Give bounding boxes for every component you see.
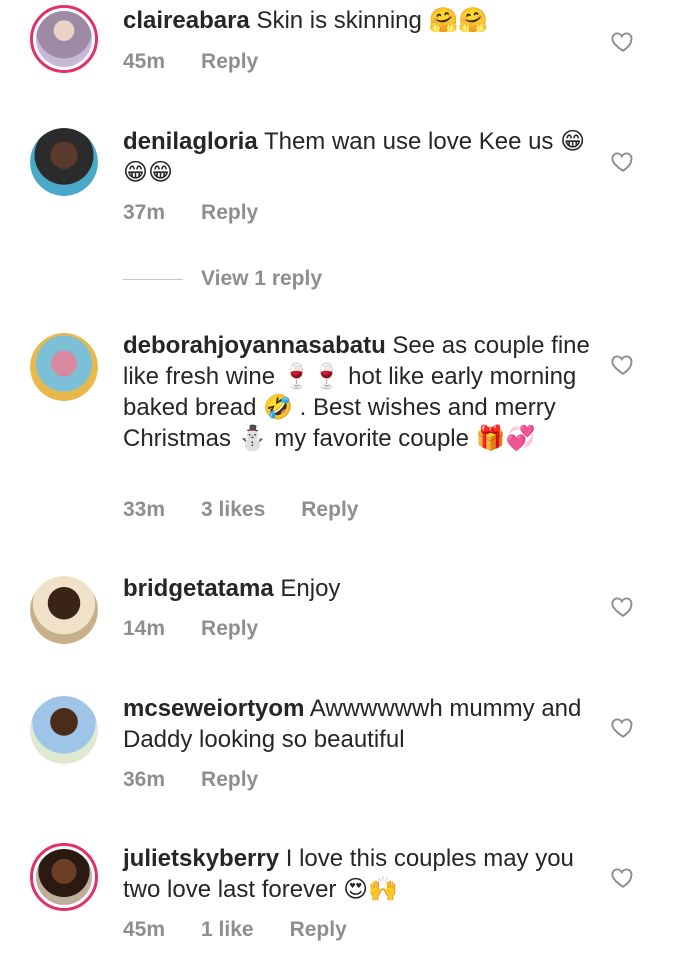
- heart-outline-icon[interactable]: [610, 351, 636, 377]
- view-replies-button[interactable]: View 1 reply: [123, 264, 322, 294]
- comment-username[interactable]: julietskyberry: [123, 845, 279, 872]
- reply-button[interactable]: Reply: [201, 201, 258, 224]
- avatar[interactable]: [30, 576, 98, 644]
- likes-count[interactable]: 3 likes: [201, 498, 265, 521]
- comment-username[interactable]: denilagloria: [123, 128, 258, 155]
- avatar[interactable]: [30, 5, 98, 73]
- comment-time: 45m: [123, 50, 166, 73]
- comment-username[interactable]: mcseweiortyom: [123, 695, 304, 722]
- avatar[interactable]: [30, 333, 98, 401]
- heart-outline-icon[interactable]: [610, 148, 636, 174]
- comment-username[interactable]: deborahjoyannasabatu: [123, 332, 386, 359]
- heart-outline-icon[interactable]: [610, 714, 636, 740]
- comment-time: 45m: [123, 918, 166, 941]
- likes-count[interactable]: 1 like: [201, 918, 254, 941]
- heart-outline-icon[interactable]: [610, 593, 636, 619]
- comment-time: 37m: [123, 201, 166, 224]
- comment-username[interactable]: bridgetatama: [123, 575, 274, 602]
- reply-button[interactable]: Reply: [290, 918, 347, 941]
- avatar[interactable]: [30, 696, 98, 764]
- reply-button[interactable]: Reply: [201, 50, 258, 73]
- comment-text: Enjoy: [280, 575, 341, 602]
- reply-button[interactable]: Reply: [201, 617, 258, 640]
- comment-time: 14m: [123, 617, 166, 640]
- comment-username[interactable]: claireabara: [123, 7, 250, 34]
- heart-outline-icon[interactable]: [610, 864, 636, 890]
- reply-divider: [123, 278, 183, 280]
- comment-time: 36m: [123, 768, 166, 791]
- avatar[interactable]: [30, 128, 98, 196]
- comment-time: 33m: [123, 498, 166, 521]
- reply-button[interactable]: Reply: [301, 498, 358, 521]
- heart-outline-icon[interactable]: [610, 28, 636, 54]
- avatar[interactable]: [30, 843, 98, 911]
- comment-text: Skin is skinning 🤗🤗: [256, 7, 489, 34]
- view-replies-label[interactable]: View 1 reply: [201, 267, 322, 291]
- reply-button[interactable]: Reply: [201, 768, 258, 791]
